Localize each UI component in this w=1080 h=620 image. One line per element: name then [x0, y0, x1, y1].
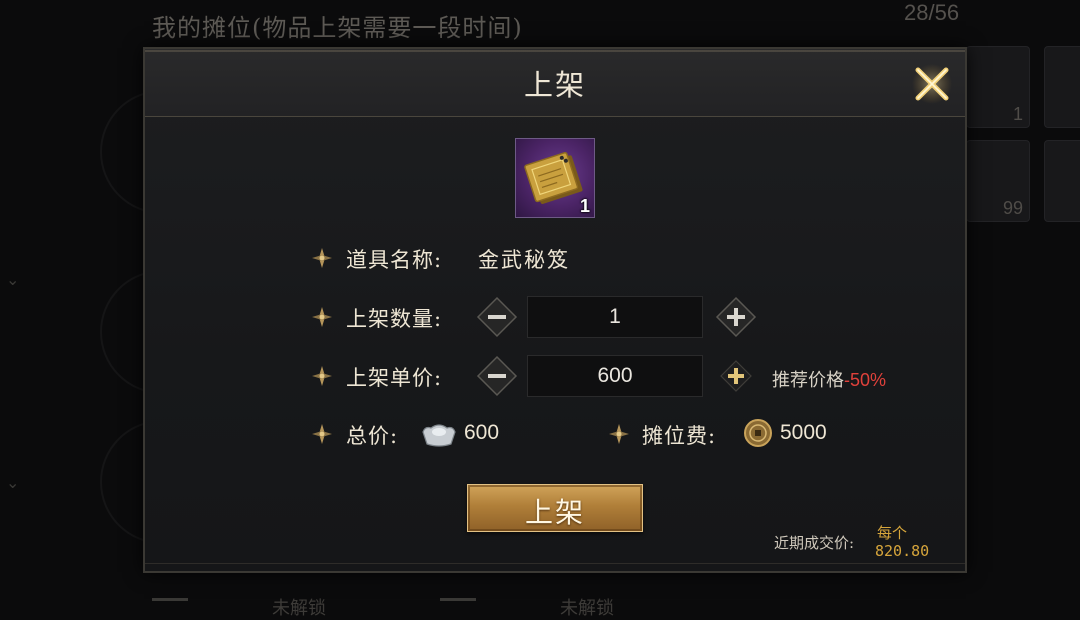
quantity-label: 上架数量: [346, 307, 443, 331]
diamond-bullet-icon [609, 424, 629, 444]
close-button[interactable] [910, 62, 954, 106]
minus-icon [476, 296, 518, 338]
chevron-down-icon[interactable]: ⌄ [6, 475, 22, 491]
stall-slot[interactable] [1044, 140, 1080, 222]
total-value: 600 [464, 421, 500, 444]
plus-icon [720, 360, 752, 392]
list-item-button-label: 上架 [524, 496, 585, 529]
recommended-price: 推荐价格-50% [772, 366, 886, 392]
total-label: 总价: [346, 424, 399, 448]
recent-price-unit: 每个 [877, 524, 908, 542]
item-name-label: 道具名称: [346, 248, 443, 272]
item-name-value: 金武秘笈 [478, 248, 570, 272]
price-decrease-button[interactable] [476, 355, 518, 397]
diamond-bullet-icon [312, 307, 332, 327]
locked-slot-icon [440, 598, 476, 615]
stall-title: 我的摊位(物品上架需要一段时间) [152, 14, 523, 42]
price-input[interactable]: 600 [527, 355, 703, 397]
frame-divider [144, 563, 966, 564]
stall-capacity: 28/56 [904, 0, 960, 25]
locked-slot-label: 未解锁 [560, 598, 614, 619]
slot-count: 1 [1012, 104, 1023, 124]
recommended-price-percent: -50% [844, 370, 887, 390]
silver-ingot-icon [422, 424, 456, 447]
slot-count: 99 [1002, 198, 1023, 218]
list-item-button[interactable]: 上架 [467, 484, 643, 532]
stall-fee-label: 摊位费: [642, 424, 717, 448]
quantity-input[interactable]: 1 [527, 296, 703, 338]
dialog-header: 上架 [144, 48, 966, 117]
stall-fee-value: 5000 [780, 421, 827, 444]
price-increase-button[interactable] [715, 355, 757, 397]
listing-dialog: 上架 1 道具名称: 金武秘笈 上架数量: 1 上架单价: 600 推荐价格-5… [144, 48, 966, 572]
stall-slot[interactable]: 99 [966, 140, 1030, 222]
recommended-price-label: 推荐价格 [772, 370, 844, 391]
chevron-down-icon[interactable]: ⌄ [6, 272, 22, 288]
plus-icon [715, 296, 757, 338]
diamond-bullet-icon [312, 366, 332, 386]
item-count: 1 [579, 196, 590, 216]
quantity-decrease-button[interactable] [476, 296, 518, 338]
price-label: 上架单价: [346, 366, 443, 390]
item-slot[interactable]: 1 [515, 138, 595, 218]
locked-slot-icon [152, 598, 188, 615]
stall-slot[interactable] [1044, 46, 1080, 128]
minus-icon [476, 355, 518, 397]
quantity-increase-button[interactable] [715, 296, 757, 338]
dialog-title: 上架 [523, 68, 586, 102]
diamond-bullet-icon [312, 424, 332, 444]
copper-coin-icon [744, 419, 772, 447]
recent-price-label: 近期成交价: [774, 534, 855, 552]
stall-slot[interactable]: 1 [966, 46, 1030, 128]
close-icon [912, 64, 952, 104]
diamond-bullet-icon [312, 248, 332, 268]
recent-price-value: 820.80 [875, 542, 930, 560]
locked-slot-label: 未解锁 [272, 598, 326, 619]
